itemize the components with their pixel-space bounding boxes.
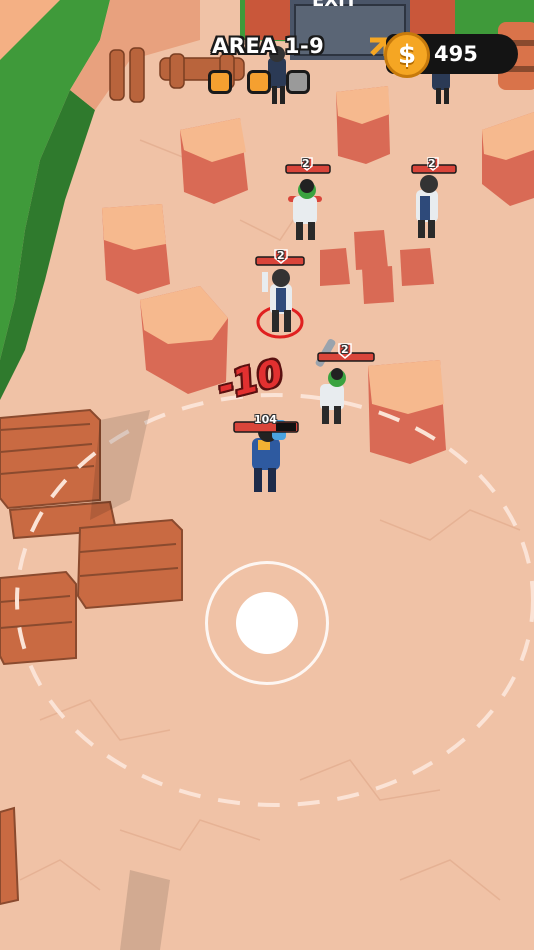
game-scene [0,0,534,950]
exit-gate-label: EXIT [312,0,358,11]
area-level-title: AREA 1-9 [212,34,325,58]
plank-pile-2 [76,518,183,610]
plank-pile-3 [0,570,77,666]
enemy-level-label: 2 [277,249,285,262]
stage-progress [208,70,310,94]
enemy-level-label: 2 [302,157,310,170]
enemy-level-label: 2 [341,343,349,356]
player-hp-bar-empty [276,423,296,431]
stage-progress-dot-2 [247,70,271,94]
coin-count: 495 [434,42,478,66]
rock-1 [180,118,248,204]
player-hp-label: 104 [254,413,277,426]
virtual-joystick-knob[interactable] [236,592,298,654]
rock-4 [102,204,170,294]
plank-pile-4 [0,806,20,906]
rock-2 [336,86,390,164]
coin-icon: $ [384,32,430,78]
stage-progress-dot-3 [286,70,310,94]
stage-progress-dot-1 [208,70,232,94]
enemy-level-label: 2 [428,157,436,170]
